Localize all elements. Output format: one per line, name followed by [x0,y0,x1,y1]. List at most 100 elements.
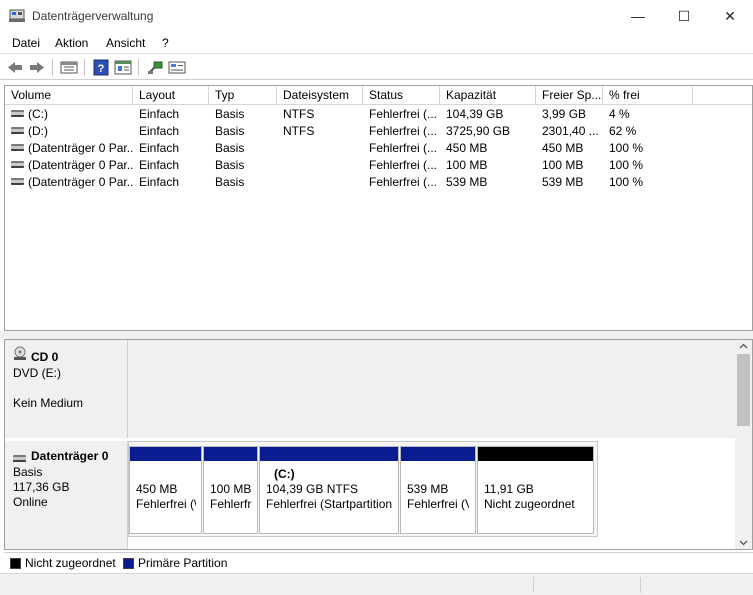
column-header-status[interactable]: Status [363,86,440,105]
primary-partition-swatch [123,558,134,569]
disk-0-label[interactable]: Datenträger 0 Basis 117,36 GB Online [5,441,128,549]
free-space-cell: 539 MB [542,175,584,189]
column-header-layout[interactable]: Layout [133,86,209,105]
filesystem-cell: NTFS [283,107,315,121]
partition-status: Fehlerfrei (\ [136,497,196,511]
status-cell: Fehlerfrei (... [369,107,438,121]
partition-status: Nicht zugeordnet [484,497,575,511]
column-header-freier-speicher[interactable]: Freier Sp... [536,86,603,105]
partition-2[interactable]: 100 MB Fehlerfr [203,446,258,534]
capacity-cell: 539 MB [446,175,488,189]
connect-icon[interactable] [146,59,164,76]
svg-text:?: ? [98,63,105,75]
typ-cell: Basis [215,107,245,121]
menu-ansicht[interactable]: Ansicht [106,36,145,50]
scroll-up-icon[interactable] [739,342,748,351]
toolbar: ? [0,55,753,80]
free-space-cell: 3,99 GB [542,107,587,121]
vertical-scrollbar[interactable] [735,340,752,549]
volume-list[interactable]: Volume Layout Typ Dateisystem Status Kap… [4,85,753,331]
pane-splitter[interactable] [0,331,753,339]
column-header-typ[interactable]: Typ [209,86,277,105]
menu-aktion[interactable]: Aktion [55,36,88,50]
table-row[interactable]: (D:) Einfach Basis NTFS Fehlerfrei (... … [5,123,752,140]
typ-cell: Basis [215,141,245,155]
capacity-cell: 104,39 GB [446,107,504,121]
toolbar-separator [52,59,53,76]
column-header-prozent-frei[interactable]: % frei [603,86,693,105]
volume-name: (Datenträger 0 Par... [28,158,133,172]
properties-icon[interactable] [114,59,132,76]
disk-type: Basis [13,465,43,479]
close-button[interactable]: ✕ [707,0,753,32]
drive-icon [11,161,24,169]
table-row[interactable]: (C:) Einfach Basis NTFS Fehlerfrei (... … [5,106,752,123]
percent-free-cell: 100 % [609,141,644,155]
disk-list-icon[interactable] [60,59,78,76]
cd-0-media-area [128,340,736,438]
layout-cell: Einfach [139,175,180,189]
minimize-button[interactable]: — [615,0,661,32]
unallocated-space[interactable]: 11,91 GB Nicht zugeordnet [477,446,594,534]
percent-free-cell: 4 % [609,107,630,121]
percent-free-cell: 100 % [609,175,644,189]
typ-cell: Basis [215,124,245,138]
legend-unallocated: Nicht zugeordnet [25,556,116,570]
menu-help[interactable]: ? [162,36,169,50]
status-separator [533,577,534,593]
menu-bar: Datei Aktion Ansicht ? [0,32,753,54]
partition-bar [204,447,257,461]
forward-arrow-icon[interactable] [28,59,46,76]
back-arrow-icon[interactable] [6,59,24,76]
legend: Nicht zugeordnet Primäre Partition [4,552,753,572]
partition-bar [478,447,593,461]
partition-status: Fehlerfrei (Startpartition [266,497,393,511]
column-header-kapazitaet[interactable]: Kapazität [440,86,536,105]
partition-size: 450 MB [136,482,178,496]
scroll-down-icon[interactable] [739,538,748,547]
cd-title: CD 0 [31,350,59,364]
cd-0-label[interactable]: CD 0 DVD (E:) Kein Medium [5,340,128,438]
partition-bar [401,447,475,461]
column-header-dateisystem[interactable]: Dateisystem [277,86,363,105]
partition-status: Fehlerfrei (V [407,497,469,511]
partition-1[interactable]: 450 MB Fehlerfrei (\ [129,446,202,534]
cd-media-status: Kein Medium [13,396,84,410]
table-row[interactable]: (Datenträger 0 Par... Einfach Basis Fehl… [5,174,752,191]
status-cell: Fehlerfrei (... [369,158,438,172]
drive-icon [11,178,24,186]
console-icon[interactable] [168,59,186,76]
partition-size: 539 MB [407,482,449,496]
partition-c[interactable]: (C:) 104,39 GB NTFS Fehlerfrei (Startpar… [259,446,399,534]
menu-datei[interactable]: Datei [12,36,40,50]
status-cell: Fehlerfrei (... [369,141,438,155]
filesystem-cell [277,157,363,174]
partition-size: 100 MB [210,482,252,496]
percent-free-cell: 62 % [609,124,637,138]
disk-graphic-view[interactable]: CD 0 DVD (E:) Kein Medium Datenträger 0 … [4,339,753,550]
maximize-button[interactable]: ☐ [661,0,707,32]
filesystem-cell [277,174,363,191]
maximize-icon: ☐ [677,7,691,24]
layout-cell: Einfach [139,124,180,138]
free-space-cell: 2301,40 ... [542,124,599,138]
drive-icon [11,110,24,118]
drive-icon [11,127,24,135]
status-separator [640,577,641,593]
toolbar-separator [138,59,139,76]
title-bar: Datenträgerverwaltung — ☐ ✕ [0,0,753,32]
volume-name: (Datenträger 0 Par... [28,175,133,189]
partition-4[interactable]: 539 MB Fehlerfrei (V [400,446,476,534]
help-icon[interactable]: ? [92,59,110,76]
drive-icon [11,144,24,152]
volume-name: (Datenträger 0 Par... [28,141,133,155]
status-bar [0,573,753,595]
scrollbar-thumb[interactable] [737,354,750,426]
free-space-cell: 100 MB [542,158,584,172]
column-header-volume[interactable]: Volume [5,86,133,105]
layout-cell: Einfach [139,158,180,172]
table-row[interactable]: (Datenträger 0 Par... Einfach Basis Fehl… [5,140,752,157]
window-title: Datenträgerverwaltung [32,9,154,23]
table-row[interactable]: (Datenträger 0 Par... Einfach Basis Fehl… [5,157,752,174]
filesystem-cell: NTFS [283,124,315,138]
